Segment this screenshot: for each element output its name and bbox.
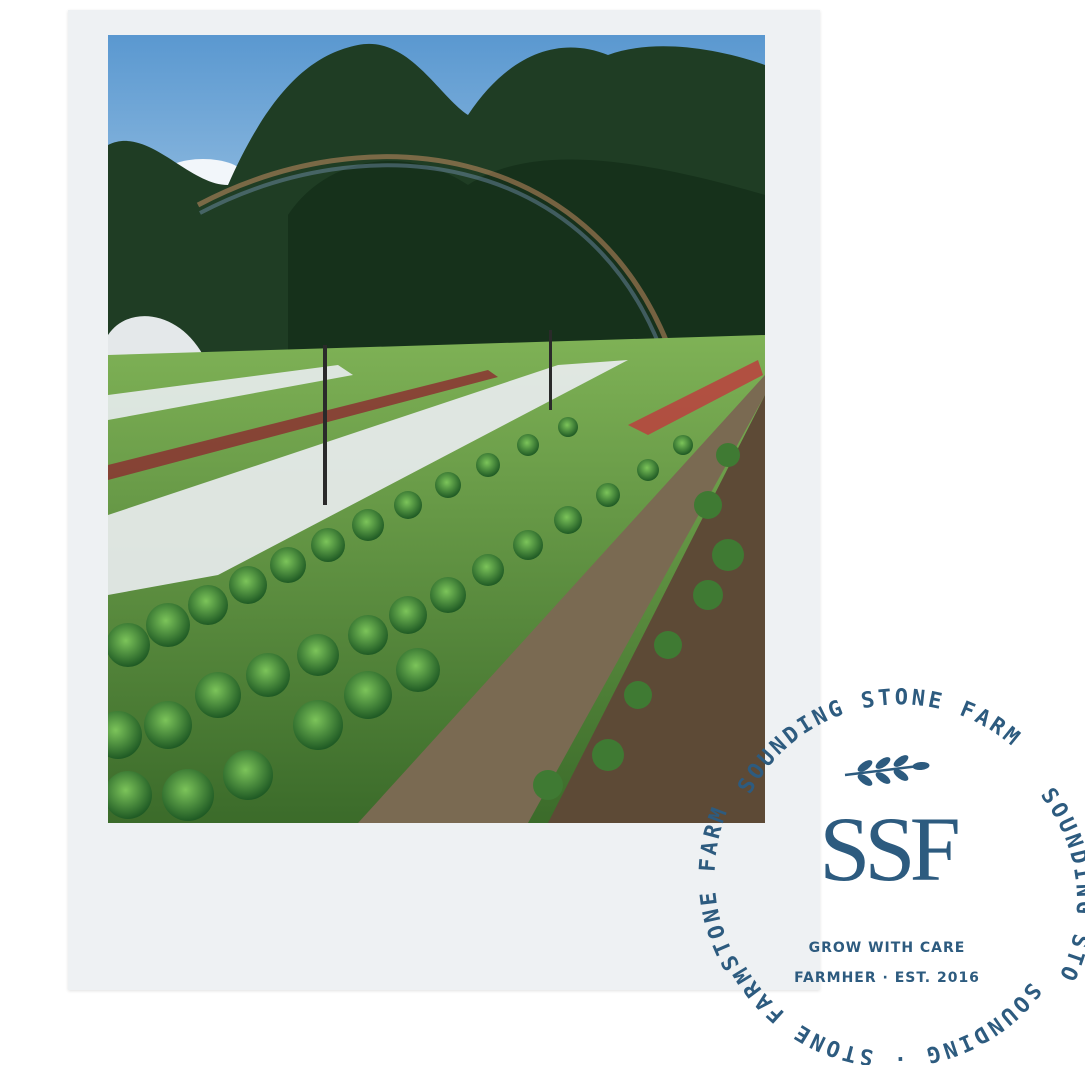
farm-photo [108,35,765,823]
post [323,345,327,505]
tagline: GROW WITH CARE [809,940,966,956]
est-line: FARMHER · EST. 2016 [794,970,980,986]
monogram: SSF [819,798,957,900]
post [549,330,552,410]
farm-badge: SOUNDING STONE FARM SOUNDING STONE FARM … [695,665,1085,1065]
farm-photo-illustration [108,35,765,823]
leaf-sprig-icon [844,755,930,786]
ring-text-left: STONE FARM [695,802,745,974]
ring-text-top: SOUNDING STONE FARM [733,685,1026,798]
